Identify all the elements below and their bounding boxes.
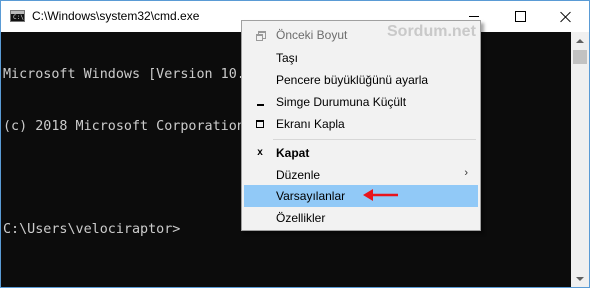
menu-item-label: Özellikler	[276, 211, 326, 225]
menu-item-label: Önceki Boyut	[276, 28, 348, 42]
close-button[interactable]	[543, 1, 589, 32]
menu-item-defaults[interactable]: Varsayılanlar	[244, 185, 478, 207]
menu-item-size[interactable]: Pencere büyüklüğünü ayarla	[244, 69, 478, 91]
menu-separator	[273, 139, 476, 140]
minimize-icon	[256, 104, 264, 106]
menu-item-label: Varsayılanlar	[276, 189, 346, 203]
system-context-menu: Önceki Boyut Taşı Pencere büyüklüğünü ay…	[241, 20, 481, 231]
menu-item-move[interactable]: Taşı	[244, 47, 478, 69]
menu-item-label: Düzenle	[276, 168, 321, 182]
menu-item-edit[interactable]: Düzenle ›	[244, 164, 478, 186]
menu-item-minimize[interactable]: Simge Durumuna Küçült	[244, 91, 478, 113]
scroll-up-arrow-icon	[576, 38, 584, 43]
close-icon	[560, 11, 572, 23]
maximize-icon	[256, 120, 264, 128]
menu-item-label: Ekranı Kapla	[276, 117, 345, 131]
menu-item-label: Taşı	[276, 51, 299, 65]
scroll-down-button[interactable]	[571, 270, 589, 287]
menu-item-properties[interactable]: Özellikler	[244, 207, 478, 229]
vertical-scrollbar[interactable]	[571, 32, 589, 287]
menu-item-label: Pencere büyüklüğünü ayarla	[276, 73, 429, 87]
menu-item-label: Kapat	[276, 146, 310, 160]
maximize-icon	[514, 11, 526, 22]
red-arrow-icon	[363, 189, 398, 201]
menu-item-close[interactable]: x Kapat	[244, 142, 478, 164]
cmd-icon-prompt: C:\	[13, 14, 24, 21]
restore-icon	[255, 30, 266, 41]
close-icon: x	[257, 147, 263, 158]
cmd-icon[interactable]: C:\	[10, 10, 25, 22]
minimize-icon	[469, 16, 479, 17]
watermark: Sordum.net	[387, 23, 476, 40]
submenu-arrow-icon: ›	[464, 167, 468, 179]
scrollbar-thumb[interactable]	[573, 50, 587, 64]
scroll-up-button[interactable]	[571, 32, 589, 49]
menu-item-label: Simge Durumuna Küçült	[276, 95, 407, 109]
window-title: C:\Windows\system32\cmd.exe	[32, 9, 200, 23]
menu-item-maximize[interactable]: Ekranı Kapla	[244, 113, 478, 135]
maximize-button[interactable]	[497, 1, 543, 32]
scroll-down-arrow-icon	[576, 276, 584, 281]
